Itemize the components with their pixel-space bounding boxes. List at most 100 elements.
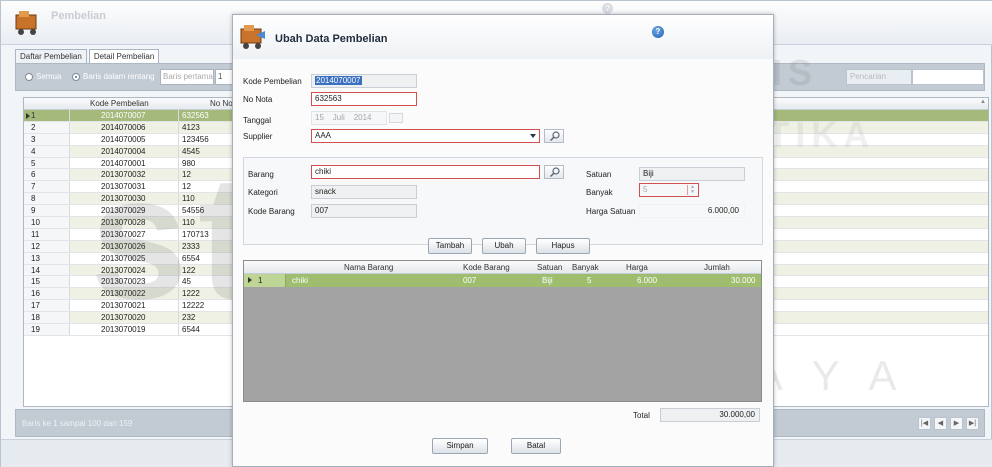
row-number: 14: [24, 264, 70, 276]
first-page-icon[interactable]: |◀: [918, 417, 931, 430]
cell-kode-pembelian: 2014070006: [101, 122, 146, 132]
column-kode-barang[interactable]: Kode Barang: [463, 263, 510, 272]
row-number: 9: [24, 205, 70, 217]
row-pointer-icon: [26, 113, 30, 119]
detail-row-index: 1: [244, 274, 286, 287]
radio-semua-label: Semua: [36, 72, 62, 81]
tanggal-picker[interactable]: 15 Juli 2014: [311, 111, 387, 125]
ubah-pembelian-dialog: Ubah Data Pembelian ? Kode Pembelian 201…: [232, 14, 774, 467]
calendar-icon[interactable]: [389, 113, 403, 123]
prev-page-icon[interactable]: ◀: [934, 417, 947, 430]
scroll-up-icon[interactable]: ▲: [980, 99, 987, 106]
tanggal-label: Tanggal: [243, 116, 272, 125]
row-number-text: 11: [31, 229, 40, 239]
column-banyak[interactable]: Banyak: [572, 263, 599, 272]
supplier-dropdown[interactable]: AAA: [311, 129, 540, 143]
row-number-text: 19: [31, 325, 40, 335]
kategori-label: Kategori: [248, 188, 278, 197]
column-divider: [178, 276, 179, 288]
row-number-text: 7: [31, 182, 36, 192]
batal-button[interactable]: Batal: [511, 438, 561, 454]
cell-no-nota: 6544: [182, 325, 200, 335]
cell-kode-pembelian: 2013070022: [101, 289, 146, 299]
detail-grid-header: Nama Barang Kode Barang Satuan Banyak Ha…: [244, 261, 761, 274]
kode-pembelian-label: Kode Pembelian: [243, 77, 302, 86]
harga-satuan-label: Harga Satuan: [586, 207, 636, 216]
next-page-icon[interactable]: ▶: [950, 417, 963, 430]
column-divider: [178, 300, 179, 312]
barang-input[interactable]: chiki: [311, 165, 540, 179]
row-number-text: 3: [31, 134, 36, 144]
spinner-arrows-icon[interactable]: ▲ ▼: [687, 185, 697, 195]
cell-no-nota: 170713: [182, 229, 209, 239]
cell-kode-pembelian: 2013070023: [101, 277, 146, 287]
row-number-text: 8: [31, 194, 36, 204]
column-harga[interactable]: Harga: [626, 263, 648, 272]
column-divider: [178, 205, 179, 217]
supplier-search-button[interactable]: [544, 129, 564, 143]
row-number-text: 9: [31, 206, 36, 216]
detail-row[interactable]: 1 chiki 007 Biji 5 6.000 30.000: [244, 274, 761, 287]
help-icon[interactable]: ?: [602, 3, 613, 14]
column-satuan[interactable]: Satuan: [537, 263, 562, 272]
last-page-icon[interactable]: ▶|: [966, 417, 979, 430]
row-number-text: 6: [31, 170, 36, 180]
column-kode-pembelian[interactable]: Kode Pembelian: [90, 99, 149, 108]
row-number: 6: [24, 169, 70, 181]
tab-detail-pembelian[interactable]: Detail Pembelian: [88, 49, 160, 63]
cell-kode-pembelian: 2013070030: [101, 194, 146, 204]
tab-daftar-pembelian[interactable]: Daftar Pembelian: [15, 49, 87, 63]
satuan-field: Biji: [639, 167, 745, 181]
row-number: 10: [24, 217, 70, 228]
row-number: 3: [24, 133, 70, 145]
window-title: Pembelian: [51, 10, 107, 22]
detail-jumlah: 30.000: [731, 276, 756, 285]
search-input[interactable]: [912, 69, 984, 85]
row-number-text: 18: [31, 313, 40, 323]
row-number: 4: [24, 145, 70, 157]
tanggal-day: 15: [315, 113, 324, 122]
column-jumlah[interactable]: Jumlah: [704, 263, 730, 272]
cell-kode-pembelian: 2013070028: [101, 218, 146, 228]
column-nama-barang[interactable]: Nama Barang: [344, 263, 393, 272]
range-label-box: Baris pertama: [160, 69, 214, 85]
supplier-value: AAA: [315, 131, 332, 140]
search-icon: [549, 167, 560, 178]
row-number-text: 2: [31, 122, 36, 132]
banyak-stepper[interactable]: 5 ▲ ▼: [639, 183, 699, 197]
kode-pembelian-field[interactable]: 2014070007: [311, 74, 417, 88]
radio-rentang[interactable]: [72, 73, 80, 81]
radio-rentang-label: Baris dalam rentang: [83, 72, 155, 81]
tanggal-year: 2014: [353, 113, 372, 122]
cell-kode-pembelian: 2013070027: [101, 229, 146, 239]
no-nota-input[interactable]: 632563: [311, 92, 417, 106]
radio-semua[interactable]: [25, 73, 33, 81]
tambah-button[interactable]: Tambah: [428, 238, 472, 254]
cart-icon: [240, 25, 265, 49]
tab-bar: Daftar Pembelian Detail Pembelian: [15, 49, 160, 63]
kategori-field: snack: [311, 185, 417, 199]
kode-barang-field: 007: [311, 204, 417, 218]
banyak-value: 5: [643, 185, 648, 194]
cell-no-nota: 12: [182, 182, 191, 192]
cell-no-nota: 45: [182, 277, 191, 287]
row-number-text: 5: [31, 158, 36, 168]
ubah-button[interactable]: Ubah: [482, 238, 526, 254]
detail-grid[interactable]: Nama Barang Kode Barang Satuan Banyak Ha…: [243, 260, 762, 402]
row-number: 16: [24, 288, 70, 300]
simpan-button[interactable]: Simpan: [432, 438, 488, 454]
total-label: Total: [633, 411, 650, 420]
help-icon[interactable]: ?: [652, 26, 664, 38]
cell-no-nota: 1222: [182, 289, 200, 299]
hapus-button[interactable]: Hapus: [536, 238, 590, 254]
barang-search-button[interactable]: [544, 165, 564, 179]
cell-kode-pembelian: 2014070001: [101, 158, 146, 168]
cell-kode-pembelian: 2013070029: [101, 206, 146, 216]
detail-satuan: Biji: [542, 276, 553, 285]
cell-kode-pembelian: 2014070004: [101, 146, 146, 156]
row-number-text: 1: [31, 111, 36, 120]
harga-satuan-field: 6.000,00: [639, 204, 745, 218]
column-divider: [178, 193, 179, 205]
satuan-label: Satuan: [586, 170, 612, 179]
row-number-text: 14: [31, 265, 40, 275]
